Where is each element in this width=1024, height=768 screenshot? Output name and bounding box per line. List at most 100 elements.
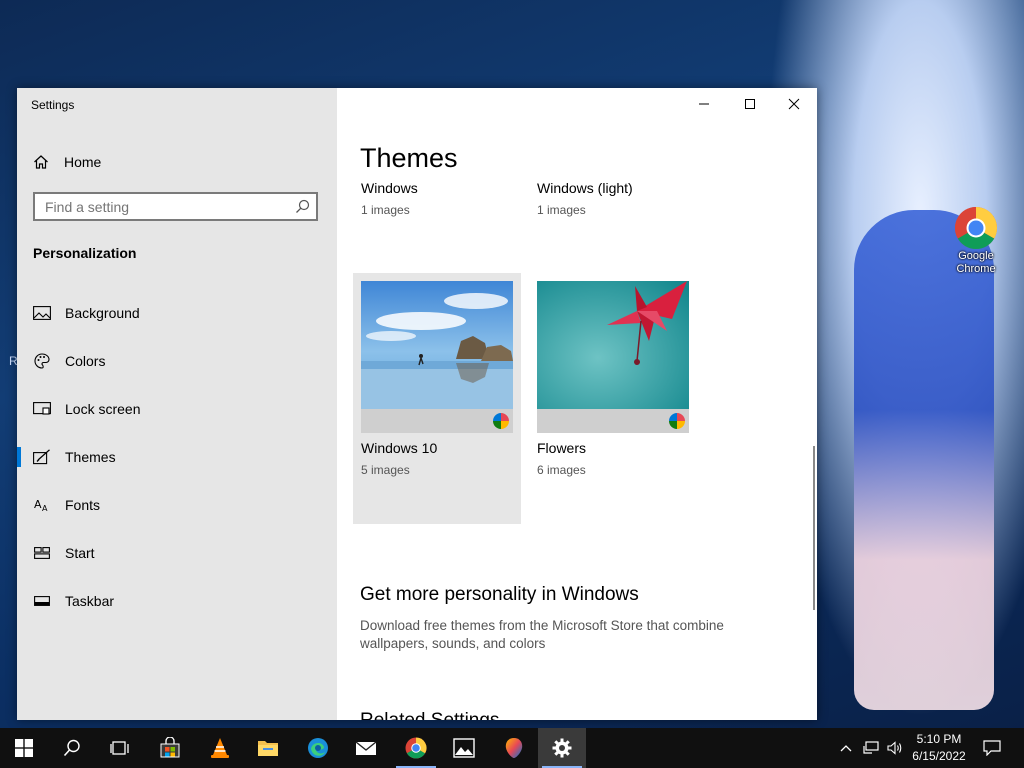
sidebar-item-label: Themes: [65, 449, 116, 465]
taskbar-store[interactable]: [146, 728, 194, 768]
search-icon[interactable]: [295, 199, 310, 214]
desktop-icon-chrome[interactable]: Google Chrome: [950, 206, 1002, 276]
action-center-button[interactable]: [978, 728, 1006, 768]
edge-icon: [308, 738, 328, 758]
chrome-icon: [405, 737, 427, 759]
nav-home-label: Home: [64, 154, 102, 170]
nav-home[interactable]: Home: [33, 151, 101, 173]
related-settings-heading: Related Settings: [360, 710, 499, 720]
sidebar-item-lock-screen[interactable]: Lock screen: [17, 393, 337, 425]
theme-count: 1 images: [361, 203, 410, 217]
sidebar-item-label: Background: [65, 305, 140, 321]
taskbar-settings[interactable]: [538, 728, 586, 768]
store-icon: [160, 737, 180, 758]
taskbar: 5:10 PM 6/15/2022: [0, 728, 1024, 768]
taskbar-paint3d[interactable]: [490, 728, 538, 768]
theme-count: 6 images: [537, 463, 586, 477]
theme-card-windows[interactable]: Windows 1 images: [361, 180, 529, 217]
minimize-button[interactable]: [681, 88, 727, 120]
sidebar-item-background[interactable]: Background: [17, 297, 337, 329]
sidebar-item-themes[interactable]: Themes: [17, 441, 337, 473]
close-button[interactable]: [771, 88, 817, 120]
sidebar-item-label: Colors: [65, 353, 106, 369]
search-input[interactable]: [45, 199, 285, 215]
svg-text:A: A: [34, 498, 42, 511]
more-personality-heading: Get more personality in Windows: [360, 584, 639, 605]
volume-tray-button[interactable]: [884, 728, 906, 768]
color-wheel-icon: [669, 413, 685, 429]
theme-count: 5 images: [361, 463, 410, 477]
taskbar-search-button[interactable]: [48, 728, 96, 768]
theme-thumbnail-flowers[interactable]: [537, 281, 689, 433]
settings-icon: [552, 738, 572, 758]
show-hidden-icons-button[interactable]: [836, 728, 856, 768]
font-icon: AA: [33, 497, 51, 513]
theme-color-bar: [537, 409, 689, 433]
theme-name: Windows 10: [361, 440, 438, 456]
task-view-icon: [110, 741, 129, 755]
network-icon: [863, 741, 879, 754]
start-icon: [33, 545, 51, 561]
theme-card-windows-light[interactable]: Windows (light) 1 images: [537, 180, 705, 217]
palette-icon: [33, 353, 51, 369]
taskbar-vlc[interactable]: [196, 728, 244, 768]
taskbar-chrome[interactable]: [392, 728, 440, 768]
picture-icon: [33, 305, 51, 321]
clock-time: 5:10 PM: [916, 732, 962, 746]
maximize-icon: [745, 99, 755, 109]
sidebar-item-fonts[interactable]: AA Fonts: [17, 489, 337, 521]
theme-image: [361, 281, 513, 409]
scrollbar[interactable]: [813, 446, 815, 610]
sidebar: Settings Home Personalization Background…: [17, 88, 337, 720]
taskbar-file-explorer[interactable]: [244, 728, 292, 768]
taskbar-photos[interactable]: [440, 728, 488, 768]
theme-count: 1 images: [537, 203, 586, 217]
color-wheel-icon: [493, 413, 509, 429]
desktop-icon-label: Google Chrome: [956, 250, 996, 275]
start-button[interactable]: [0, 728, 48, 768]
paint3d-icon: [505, 738, 523, 758]
theme-image: [537, 281, 689, 409]
clock-date: 6/15/2022: [912, 749, 966, 763]
svg-text:A: A: [42, 504, 48, 513]
task-view-button[interactable]: [96, 728, 144, 768]
sidebar-item-taskbar[interactable]: Taskbar: [17, 585, 337, 617]
taskbar-clock[interactable]: 5:10 PM 6/15/2022: [906, 731, 972, 765]
theme-card-windows-10[interactable]: Windows 10 5 images: [361, 440, 529, 477]
sidebar-item-colors[interactable]: Colors: [17, 345, 337, 377]
mail-icon: [355, 741, 377, 755]
theme-thumbnail-windows-10[interactable]: [361, 281, 513, 433]
sidebar-item-label: Start: [65, 545, 95, 561]
taskbar-mail[interactable]: [342, 728, 390, 768]
maximize-button[interactable]: [727, 88, 773, 120]
brush-icon: [33, 449, 51, 465]
theme-name: Windows (light): [537, 180, 633, 196]
photos-icon: [453, 738, 475, 758]
chrome-icon: [954, 206, 998, 250]
search-box[interactable]: [33, 192, 318, 221]
theme-card-flowers[interactable]: Flowers 6 images: [537, 440, 705, 477]
chevron-up-icon: [840, 745, 852, 752]
settings-window: Settings Home Personalization Background…: [17, 88, 817, 720]
windows-logo-icon: [15, 739, 33, 757]
lock-screen-icon: [33, 401, 51, 417]
volume-icon: [887, 741, 902, 755]
search-icon: [63, 739, 80, 757]
network-tray-button[interactable]: [860, 728, 882, 768]
wallpaper-figure: [854, 210, 994, 710]
sidebar-item-label: Taskbar: [65, 593, 115, 609]
taskbar-icon: [33, 593, 51, 609]
close-icon: [788, 98, 800, 110]
sidebar-item-start[interactable]: Start: [17, 537, 337, 569]
main-content: Themes Windows 1 images Windows (light) …: [337, 88, 817, 720]
page-title: Themes: [360, 143, 458, 173]
taskbar-edge[interactable]: [294, 728, 342, 768]
theme-color-bar: [361, 409, 513, 433]
home-icon: [33, 154, 49, 170]
window-title: Settings: [31, 98, 75, 112]
more-personality-text: Download free themes from the Microsoft …: [360, 618, 724, 651]
sidebar-item-label: Fonts: [65, 497, 101, 513]
theme-name: Flowers: [537, 440, 587, 456]
theme-name: Windows: [361, 180, 418, 196]
section-title: Personalization: [33, 245, 137, 261]
